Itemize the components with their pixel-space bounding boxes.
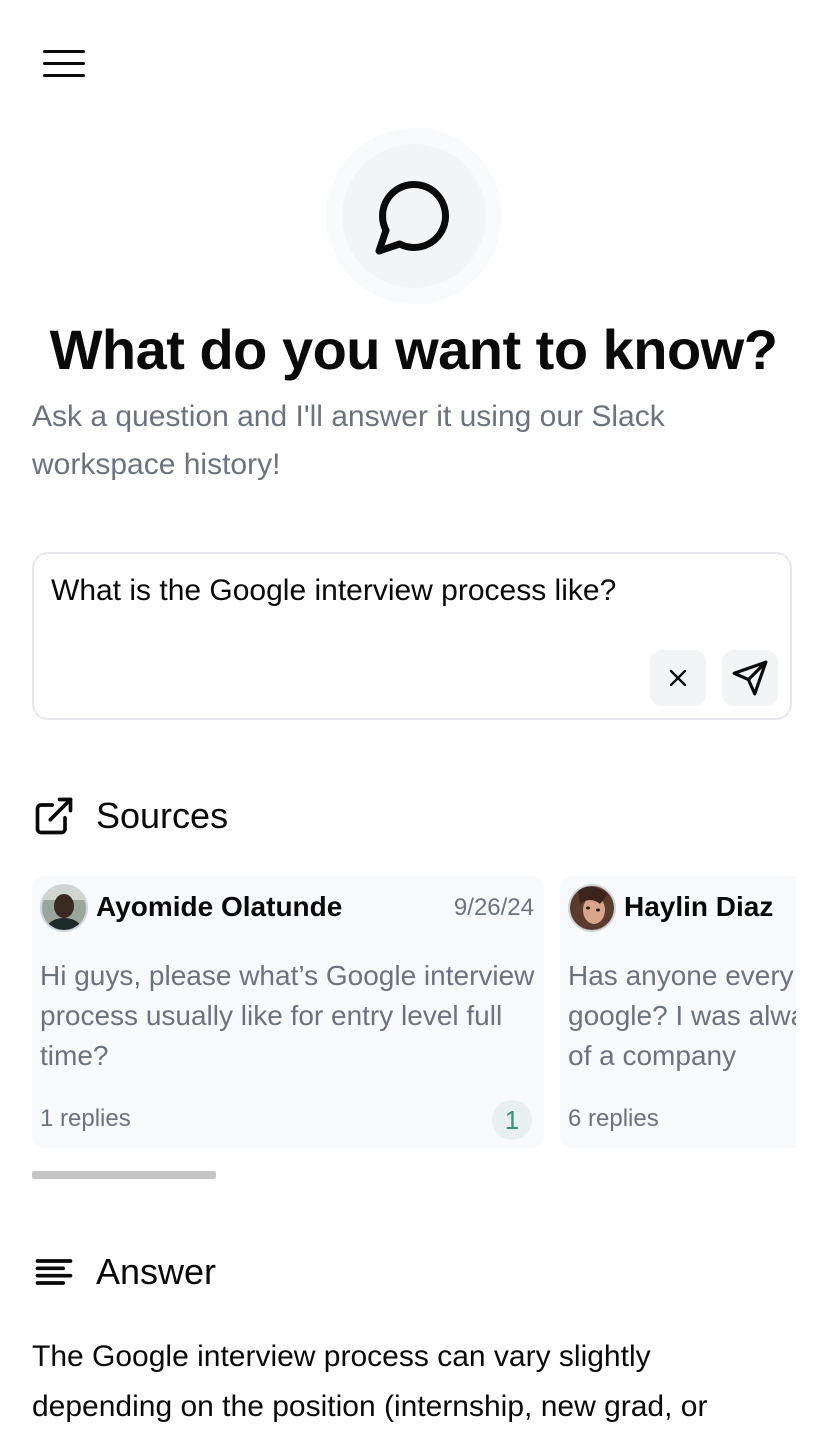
page-title: What do you want to know? [49,318,778,381]
query-box [32,552,792,720]
scrollbar-thumb[interactable] [32,1171,216,1179]
sources-title: Sources [96,795,229,836]
card-author: Ayomide Olatunde [96,891,343,922]
answer-text: The Google interview process can vary sl… [32,1340,708,1423]
clear-button[interactable] [650,650,706,706]
source-card[interactable]: Haylin Diaz Has anyone every interviewed… [560,876,796,1148]
chat-bubble-icon [375,180,450,255]
card-date: 9/26/24 [453,894,534,921]
reply-count-badge: 1 [492,1100,532,1140]
hero-icon-container [326,128,502,304]
menu-button[interactable] [36,40,92,88]
card-message: Has anyone every interviewed at google? … [568,960,796,1071]
card-author: Haylin Diaz [624,891,774,922]
hamburger-menu-icon [43,50,85,77]
send-button[interactable] [722,650,778,706]
card-message: Hi guys, please what’s Google interview … [40,960,535,1071]
source-card[interactable]: Ayomide Olatunde 9/26/24 Hi guys, please… [32,876,544,1148]
avatar [40,884,88,932]
avatar [568,884,616,932]
question-input[interactable] [51,574,751,608]
card-replies: 1 replies [40,1105,131,1132]
sources-carousel[interactable]: Ayomide Olatunde 9/26/24 Hi guys, please… [32,876,796,1148]
close-icon [669,669,687,687]
text-align-left-icon [35,1259,73,1285]
sources-header: Sources [32,790,228,842]
answer-header: Answer [32,1246,216,1298]
answer-title: Answer [96,1251,217,1292]
external-link-icon [35,797,73,835]
card-replies: 6 replies [568,1105,659,1132]
page-subtitle: Ask a question and I'll answer it using … [32,400,665,481]
send-icon [732,660,768,696]
sources-scrollbar[interactable] [32,1171,796,1179]
